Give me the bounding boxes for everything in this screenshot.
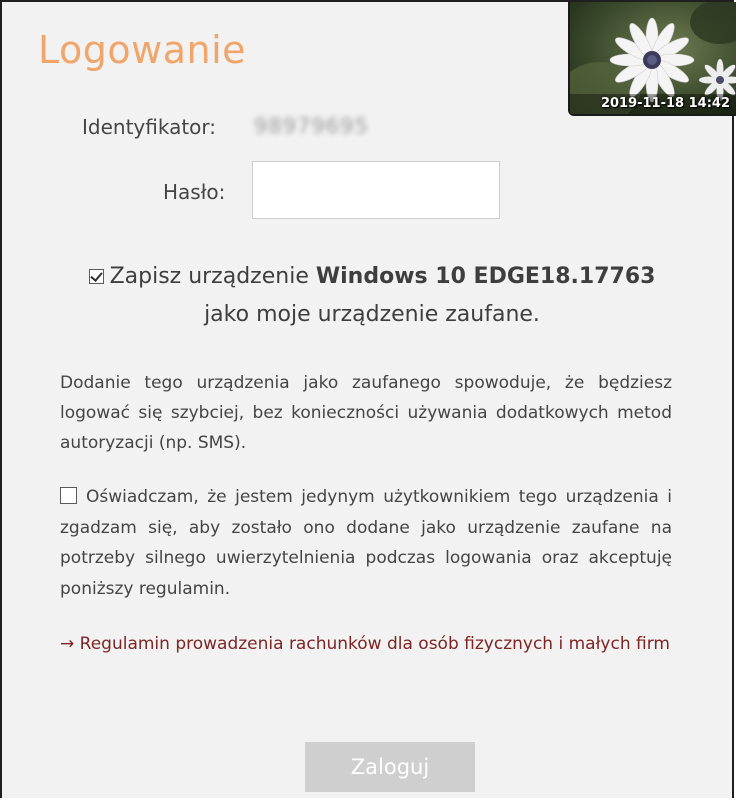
photo-timestamp: 2019-11-18 14:42 [600, 96, 730, 111]
page-title: Logowanie [38, 28, 247, 72]
trusted-device-checkbox[interactable] [88, 269, 104, 284]
declaration-text: Oświadczam, że jestem jedynym użytkownik… [60, 487, 672, 599]
password-label: Hasło: [163, 180, 226, 204]
identifier-label: Identyfikator: [82, 115, 217, 139]
trusted-device-option: Zapisz urządzenie Windows 10 EDGE18.1776… [42, 258, 702, 334]
security-image: 2019-11-18 14:42 [568, 2, 736, 116]
checkmark-icon [89, 269, 103, 282]
login-button[interactable]: Zaloguj [305, 742, 475, 792]
password-input[interactable] [252, 161, 500, 219]
trusted-device-text-after: jako moje urządzenie zaufane. [204, 302, 540, 327]
login-panel: Logowanie 2019-11-18 14:42 Identyfikator… [0, 0, 736, 798]
declaration-option: Oświadczam, że jestem jedynym użytkownik… [60, 482, 672, 604]
trusted-device-info: Dodanie tego urządzenia jako zaufanego s… [60, 373, 672, 453]
identifier-value: 98979695 [254, 114, 369, 138]
regulations-link[interactable]: → Regulamin prowadzenia rachunków dla os… [60, 628, 700, 660]
trusted-device-text: Zapisz urządzenie [109, 264, 316, 289]
declaration-checkbox[interactable] [60, 487, 77, 504]
device-name: Windows 10 EDGE18.17763 [315, 264, 656, 289]
